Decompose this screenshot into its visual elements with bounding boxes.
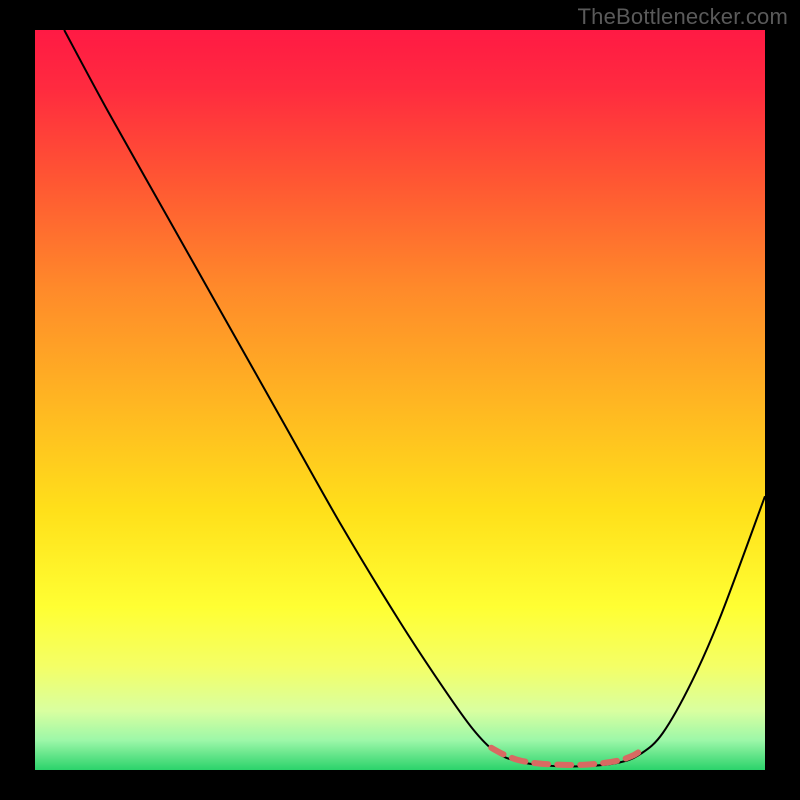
chart-frame: TheBottlenecker.com xyxy=(0,0,800,800)
plot-area xyxy=(35,30,765,770)
gradient-background xyxy=(35,30,765,770)
watermark-label: TheBottlenecker.com xyxy=(578,4,788,30)
bottleneck-chart xyxy=(35,30,765,770)
